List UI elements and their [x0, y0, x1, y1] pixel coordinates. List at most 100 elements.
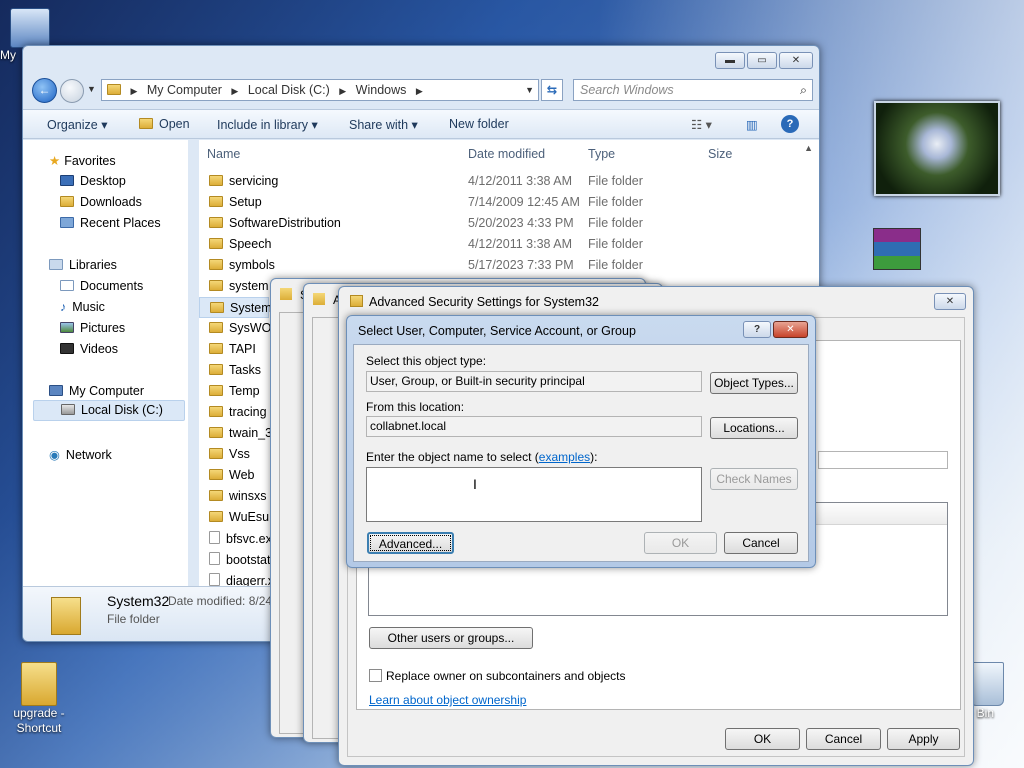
scroll-up-arrow[interactable]: ▲	[804, 143, 813, 153]
check-names-button[interactable]: Check Names	[710, 468, 798, 490]
file-type: File folder	[588, 258, 643, 272]
table-row[interactable]: Speech 4/12/2011 3:38 AM File folder	[199, 234, 799, 255]
object-type-label: Select this object type:	[366, 354, 487, 368]
table-row[interactable]: symbols 5/17/2023 7:33 PM File folder	[199, 255, 799, 276]
share-with-menu[interactable]: Share with ▾	[349, 117, 418, 132]
folder-icon	[209, 469, 223, 480]
desktop-icon-upgrade-shortcut[interactable]: upgrade - Shortcut	[4, 662, 74, 736]
minimize-button[interactable]: ▬	[715, 52, 745, 69]
folder-icon	[313, 293, 325, 305]
column-name[interactable]: Name	[207, 147, 240, 161]
file-name: symbols	[229, 258, 275, 272]
folder-icon	[209, 280, 223, 291]
help-icon[interactable]: ?	[781, 115, 799, 133]
nav-recent-places[interactable]: Recent Places	[60, 216, 161, 230]
file-type: File folder	[588, 174, 643, 188]
folder-icon	[209, 490, 223, 501]
cancel-button[interactable]: Cancel	[806, 728, 881, 750]
refresh-button[interactable]: ⇆	[541, 79, 563, 101]
replace-owner-label: Replace owner on subcontainers and objec…	[386, 669, 626, 683]
folder-icon	[210, 302, 224, 313]
nav-downloads[interactable]: Downloads	[60, 195, 142, 209]
music-icon: ♪	[60, 300, 67, 314]
close-button[interactable]: ✕	[934, 293, 966, 310]
libraries-icon	[49, 259, 63, 270]
file-name: Vss	[229, 447, 250, 461]
address-bar[interactable]: ▶ My Computer ▶ Local Disk (C:) ▶ Window…	[101, 79, 539, 101]
table-row[interactable]: SoftwareDistribution 5/20/2023 4:33 PM Fil…	[199, 213, 799, 234]
search-input[interactable]: Search Windows ⌕	[573, 79, 813, 101]
nav-libraries[interactable]: Libraries	[49, 258, 117, 272]
examples-link[interactable]: examples	[539, 450, 590, 464]
file-name: bootstat	[226, 553, 271, 567]
nav-favorites[interactable]: ★ Favorites	[49, 153, 116, 168]
new-folder-button[interactable]: New folder	[449, 117, 509, 131]
nav-network[interactable]: ◉ Network	[49, 447, 112, 462]
star-icon: ★	[49, 154, 61, 168]
computer-icon	[49, 385, 63, 396]
column-size[interactable]: Size	[708, 147, 732, 161]
back-button[interactable]: ←	[32, 78, 57, 103]
table-row[interactable]: servicing 4/12/2011 3:38 AM File folder	[199, 171, 799, 192]
nav-desktop[interactable]: Desktop	[60, 174, 126, 188]
maximize-button[interactable]: ▭	[747, 52, 777, 69]
file-name: Temp	[229, 384, 260, 398]
nav-pictures[interactable]: Pictures	[60, 321, 125, 335]
other-users-button[interactable]: Other users or groups...	[369, 627, 533, 649]
open-button[interactable]: Open	[139, 117, 190, 131]
computer-icon	[10, 8, 50, 48]
network-icon: ◉	[49, 448, 60, 462]
cancel-button[interactable]: Cancel	[724, 532, 798, 554]
preview-pane-icon[interactable]: ▥	[746, 117, 758, 132]
apply-button[interactable]: Apply	[887, 728, 960, 750]
file-name: Web	[229, 468, 255, 482]
breadcrumb-my-computer[interactable]: My Computer	[147, 83, 222, 97]
folder-large-icon	[51, 597, 81, 635]
breadcrumb-local-disk[interactable]: Local Disk (C:)	[248, 83, 330, 97]
nav-documents[interactable]: Documents	[60, 279, 143, 293]
folder-icon	[107, 84, 121, 95]
include-in-library-menu[interactable]: Include in library ▾	[217, 117, 318, 132]
file-date: 4/12/2011 3:38 AM	[468, 174, 573, 188]
help-button[interactable]: ?	[743, 321, 771, 338]
table-row[interactable]: System3	[199, 297, 279, 318]
object-name-textarea[interactable]: I	[366, 467, 702, 522]
ok-button[interactable]: OK	[725, 728, 800, 750]
details-type: File folder	[107, 612, 160, 626]
recent-pages-dropdown[interactable]: ▼	[87, 84, 96, 94]
organize-menu[interactable]: Organize ▾	[47, 117, 107, 132]
object-types-button[interactable]: Object Types...	[710, 372, 798, 394]
folder-icon	[209, 196, 223, 207]
close-button[interactable]: ✕	[773, 321, 808, 338]
file-type: File folder	[588, 216, 643, 230]
name-text-field[interactable]	[818, 451, 948, 469]
nav-local-disk[interactable]: Local Disk (C:)	[33, 400, 185, 421]
recycle-bin-icon	[970, 662, 1004, 706]
folder-icon	[209, 217, 223, 228]
close-button[interactable]: ✕	[779, 52, 813, 69]
file-date: 7/14/2009 12:45 AM	[468, 195, 580, 209]
nav-my-computer[interactable]: My Computer	[49, 384, 144, 398]
advanced-button[interactable]: Advanced...	[367, 532, 454, 554]
documents-icon	[60, 280, 74, 291]
winrar-icon[interactable]	[873, 228, 921, 270]
folder-icon	[209, 322, 223, 333]
replace-owner-checkbox[interactable]	[369, 669, 382, 682]
column-date-modified[interactable]: Date modified	[468, 147, 545, 161]
table-row[interactable]: Setup 7/14/2009 12:45 AM File folder	[199, 192, 799, 213]
change-view-icon[interactable]: ☷ ▾	[691, 117, 712, 132]
column-type[interactable]: Type	[588, 147, 615, 161]
forward-button[interactable]	[60, 79, 84, 103]
learn-ownership-link[interactable]: Learn about object ownership	[369, 693, 526, 707]
dialog-title: Advanced Security Settings for System32	[369, 295, 599, 309]
nav-videos[interactable]: Videos	[60, 342, 118, 356]
photo-gadget[interactable]	[874, 101, 1000, 196]
locations-button[interactable]: Locations...	[710, 417, 798, 439]
folder-icon	[350, 295, 363, 307]
address-dropdown-icon[interactable]: ▼	[525, 80, 534, 100]
breadcrumb-windows[interactable]: Windows	[356, 83, 407, 97]
chevron-right-icon: ▶	[415, 86, 423, 96]
ok-button[interactable]: OK	[644, 532, 717, 554]
nav-music[interactable]: ♪ Music	[60, 300, 105, 314]
folder-icon	[209, 511, 223, 522]
